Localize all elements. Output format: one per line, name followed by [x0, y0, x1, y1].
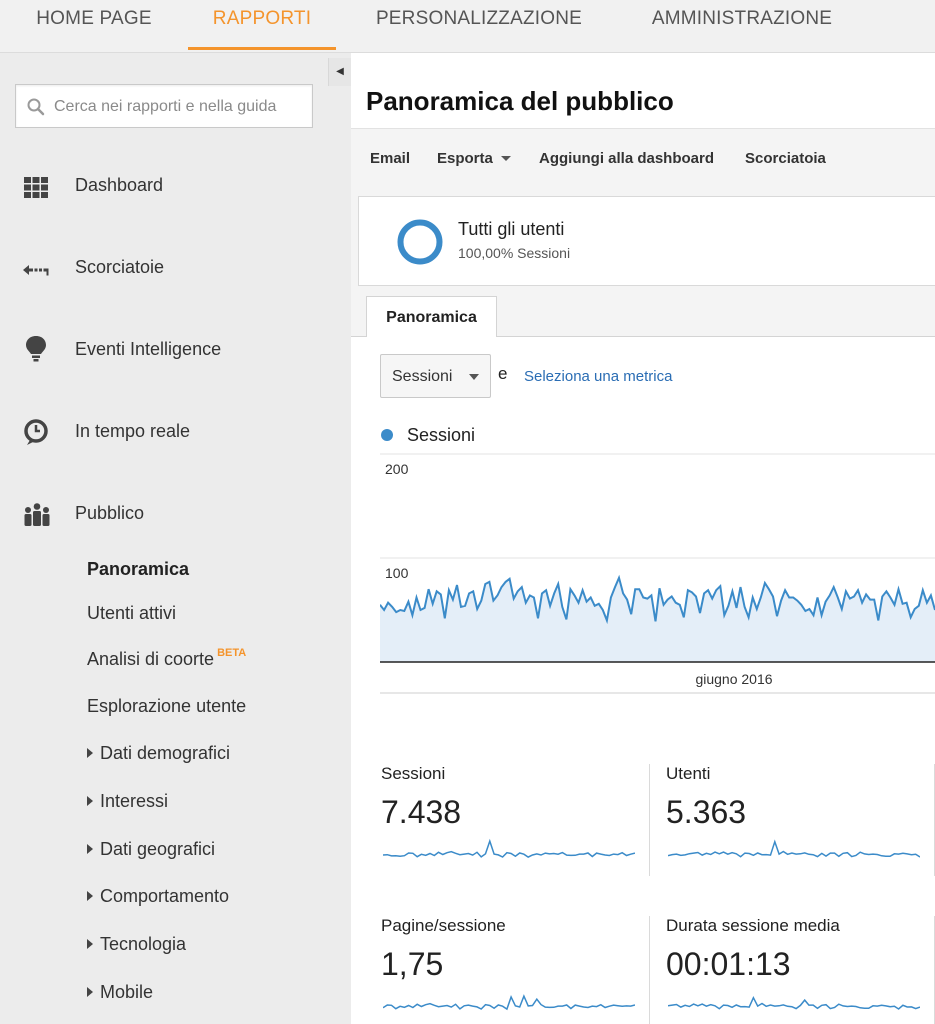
sidebar-subitem-interessi[interactable]: Interessi: [87, 791, 168, 812]
add-to-dashboard-button[interactable]: Aggiungi alla dashboard: [539, 150, 714, 167]
tab-rapporti[interactable]: RAPPORTI: [188, 0, 336, 50]
stat-divider: [649, 916, 650, 1024]
subitem-label: Utenti attivi: [87, 603, 177, 623]
segment-card[interactable]: [358, 196, 935, 286]
expand-triangle-icon: [87, 796, 93, 806]
subitem-label: Panoramica: [87, 559, 190, 579]
expand-triangle-icon: [87, 891, 93, 901]
sidebar-subitem-esplorazione-utente[interactable]: Esplorazione utente: [87, 696, 246, 717]
sidebar-subitem-panoramica[interactable]: Panoramica: [87, 559, 189, 580]
sparkline: [668, 995, 920, 1010]
export-button[interactable]: Esporta: [437, 150, 511, 167]
sidebar-subitem-utenti-attivi[interactable]: Utenti attivi: [87, 603, 176, 624]
shortcut-button[interactable]: Scorciatoia: [745, 150, 826, 167]
top-navigation: HOME PAGE RAPPORTI PERSONALIZZAZIONE AMM…: [0, 0, 935, 53]
sidebar-item-label: Scorciatoie: [75, 257, 165, 277]
search-box[interactable]: [15, 84, 313, 128]
metric-dropdown-value: Sessioni: [392, 368, 453, 385]
stat-label: Utenti: [666, 764, 711, 783]
expand-triangle-icon: [87, 748, 93, 758]
search-input[interactable]: [52, 93, 312, 121]
expand-triangle-icon: [87, 844, 93, 854]
beta-badge: BETA: [217, 647, 247, 659]
sidebar-item-label: Eventi Intelligence: [75, 339, 222, 359]
subitem-label: Tecnologia: [100, 934, 187, 954]
sparkline: [383, 838, 635, 858]
sidebar-subitem-tecnologia[interactable]: Tecnologia: [87, 934, 186, 955]
tab-personalizzazione[interactable]: PERSONALIZZAZIONE: [357, 0, 601, 50]
report-toolbar: Email Esporta Aggiungi alla dashboard Sc…: [351, 128, 935, 190]
sparkline: [668, 839, 920, 858]
people-icon: [24, 503, 50, 526]
sidebar-subitem-dati-geografici[interactable]: Dati geografici: [87, 839, 215, 860]
sidebar-subitem-mobile[interactable]: Mobile: [87, 982, 153, 1003]
stat-divider: [649, 764, 650, 876]
metric-dropdown[interactable]: Sessioni: [380, 354, 491, 398]
sessions-area: [380, 577, 935, 662]
stat-label: Pagine/sessione: [381, 916, 506, 935]
select-metric-link[interactable]: Seleziona una metrica: [524, 368, 672, 385]
sidebar-item-pubblico[interactable]: Pubblico: [0, 485, 350, 545]
segment-detail: 100,00% Sessioni: [458, 245, 571, 261]
subitem-label: Analisi di coorte: [87, 649, 215, 669]
export-label: Esporta: [437, 150, 493, 167]
sparkline: [383, 994, 635, 1011]
sidebar-subitem-comportamento[interactable]: Comportamento: [87, 886, 229, 907]
stat-value: 00:01:13: [666, 946, 791, 982]
stat-value: 5.363: [666, 794, 747, 830]
lightbulb-icon: [26, 336, 46, 362]
subitem-label: Dati demografici: [100, 743, 231, 763]
clock-icon: [24, 419, 48, 445]
expand-triangle-icon: [87, 939, 93, 949]
tab-amministrazione[interactable]: AMMINISTRAZIONE: [628, 0, 856, 50]
legend-label: Sessioni: [407, 425, 476, 445]
dashboard-grid-icon: [24, 177, 48, 198]
y-tick-label: 100: [385, 565, 409, 581]
segment-ring-icon: [397, 219, 443, 265]
metric-conjunction: e: [498, 364, 508, 383]
subitem-label: Esplorazione utente: [87, 696, 247, 716]
sidebar-item-dashboard[interactable]: Dashboard: [0, 157, 350, 217]
chevron-down-icon: [469, 374, 479, 380]
page-title: Panoramica del pubblico: [366, 86, 674, 116]
chevron-down-icon: [500, 156, 511, 161]
search-icon: [27, 98, 45, 116]
sidebar-subitem-analisi-coorte[interactable]: Analisi di coorte BETA: [87, 647, 247, 670]
x-axis-label: giugno 2016: [695, 671, 772, 687]
segment-name: Tutti gli utenti: [458, 219, 565, 239]
sidebar-item-label: Dashboard: [75, 175, 164, 195]
sidebar-item-in-tempo-reale[interactable]: In tempo reale: [0, 403, 350, 463]
stat-value: 7.438: [381, 794, 462, 830]
email-button[interactable]: Email: [370, 150, 410, 167]
subitem-label: Dati geografici: [100, 839, 216, 859]
sessions-chart: 200 100 giugno 2016: [380, 453, 935, 694]
sidebar-item-eventi-intelligence[interactable]: Eventi Intelligence: [0, 321, 350, 381]
sidebar-item-scorciatoie[interactable]: Scorciatoie: [0, 239, 350, 299]
sidebar-subitem-dati-demografici[interactable]: Dati demografici: [87, 743, 230, 764]
expand-triangle-icon: [87, 987, 93, 997]
stat-value: 1,75: [381, 946, 444, 982]
legend-dot: [381, 429, 393, 441]
sidebar-item-label: Pubblico: [75, 503, 145, 523]
stat-label: Durata sessione media: [666, 916, 840, 935]
sidebar-item-label: In tempo reale: [75, 421, 191, 441]
shortcut-arrow-icon: [23, 265, 49, 276]
y-tick-label: 200: [385, 461, 409, 477]
subitem-label: Interessi: [100, 791, 169, 811]
tab-panoramica[interactable]: Panoramica: [366, 296, 497, 337]
tab-home-page[interactable]: HOME PAGE: [14, 0, 174, 50]
collapse-sidebar-button[interactable]: ◀: [328, 58, 351, 86]
stat-label: Sessioni: [381, 764, 446, 783]
subitem-label: Mobile: [100, 982, 154, 1002]
subitem-label: Comportamento: [100, 886, 230, 906]
